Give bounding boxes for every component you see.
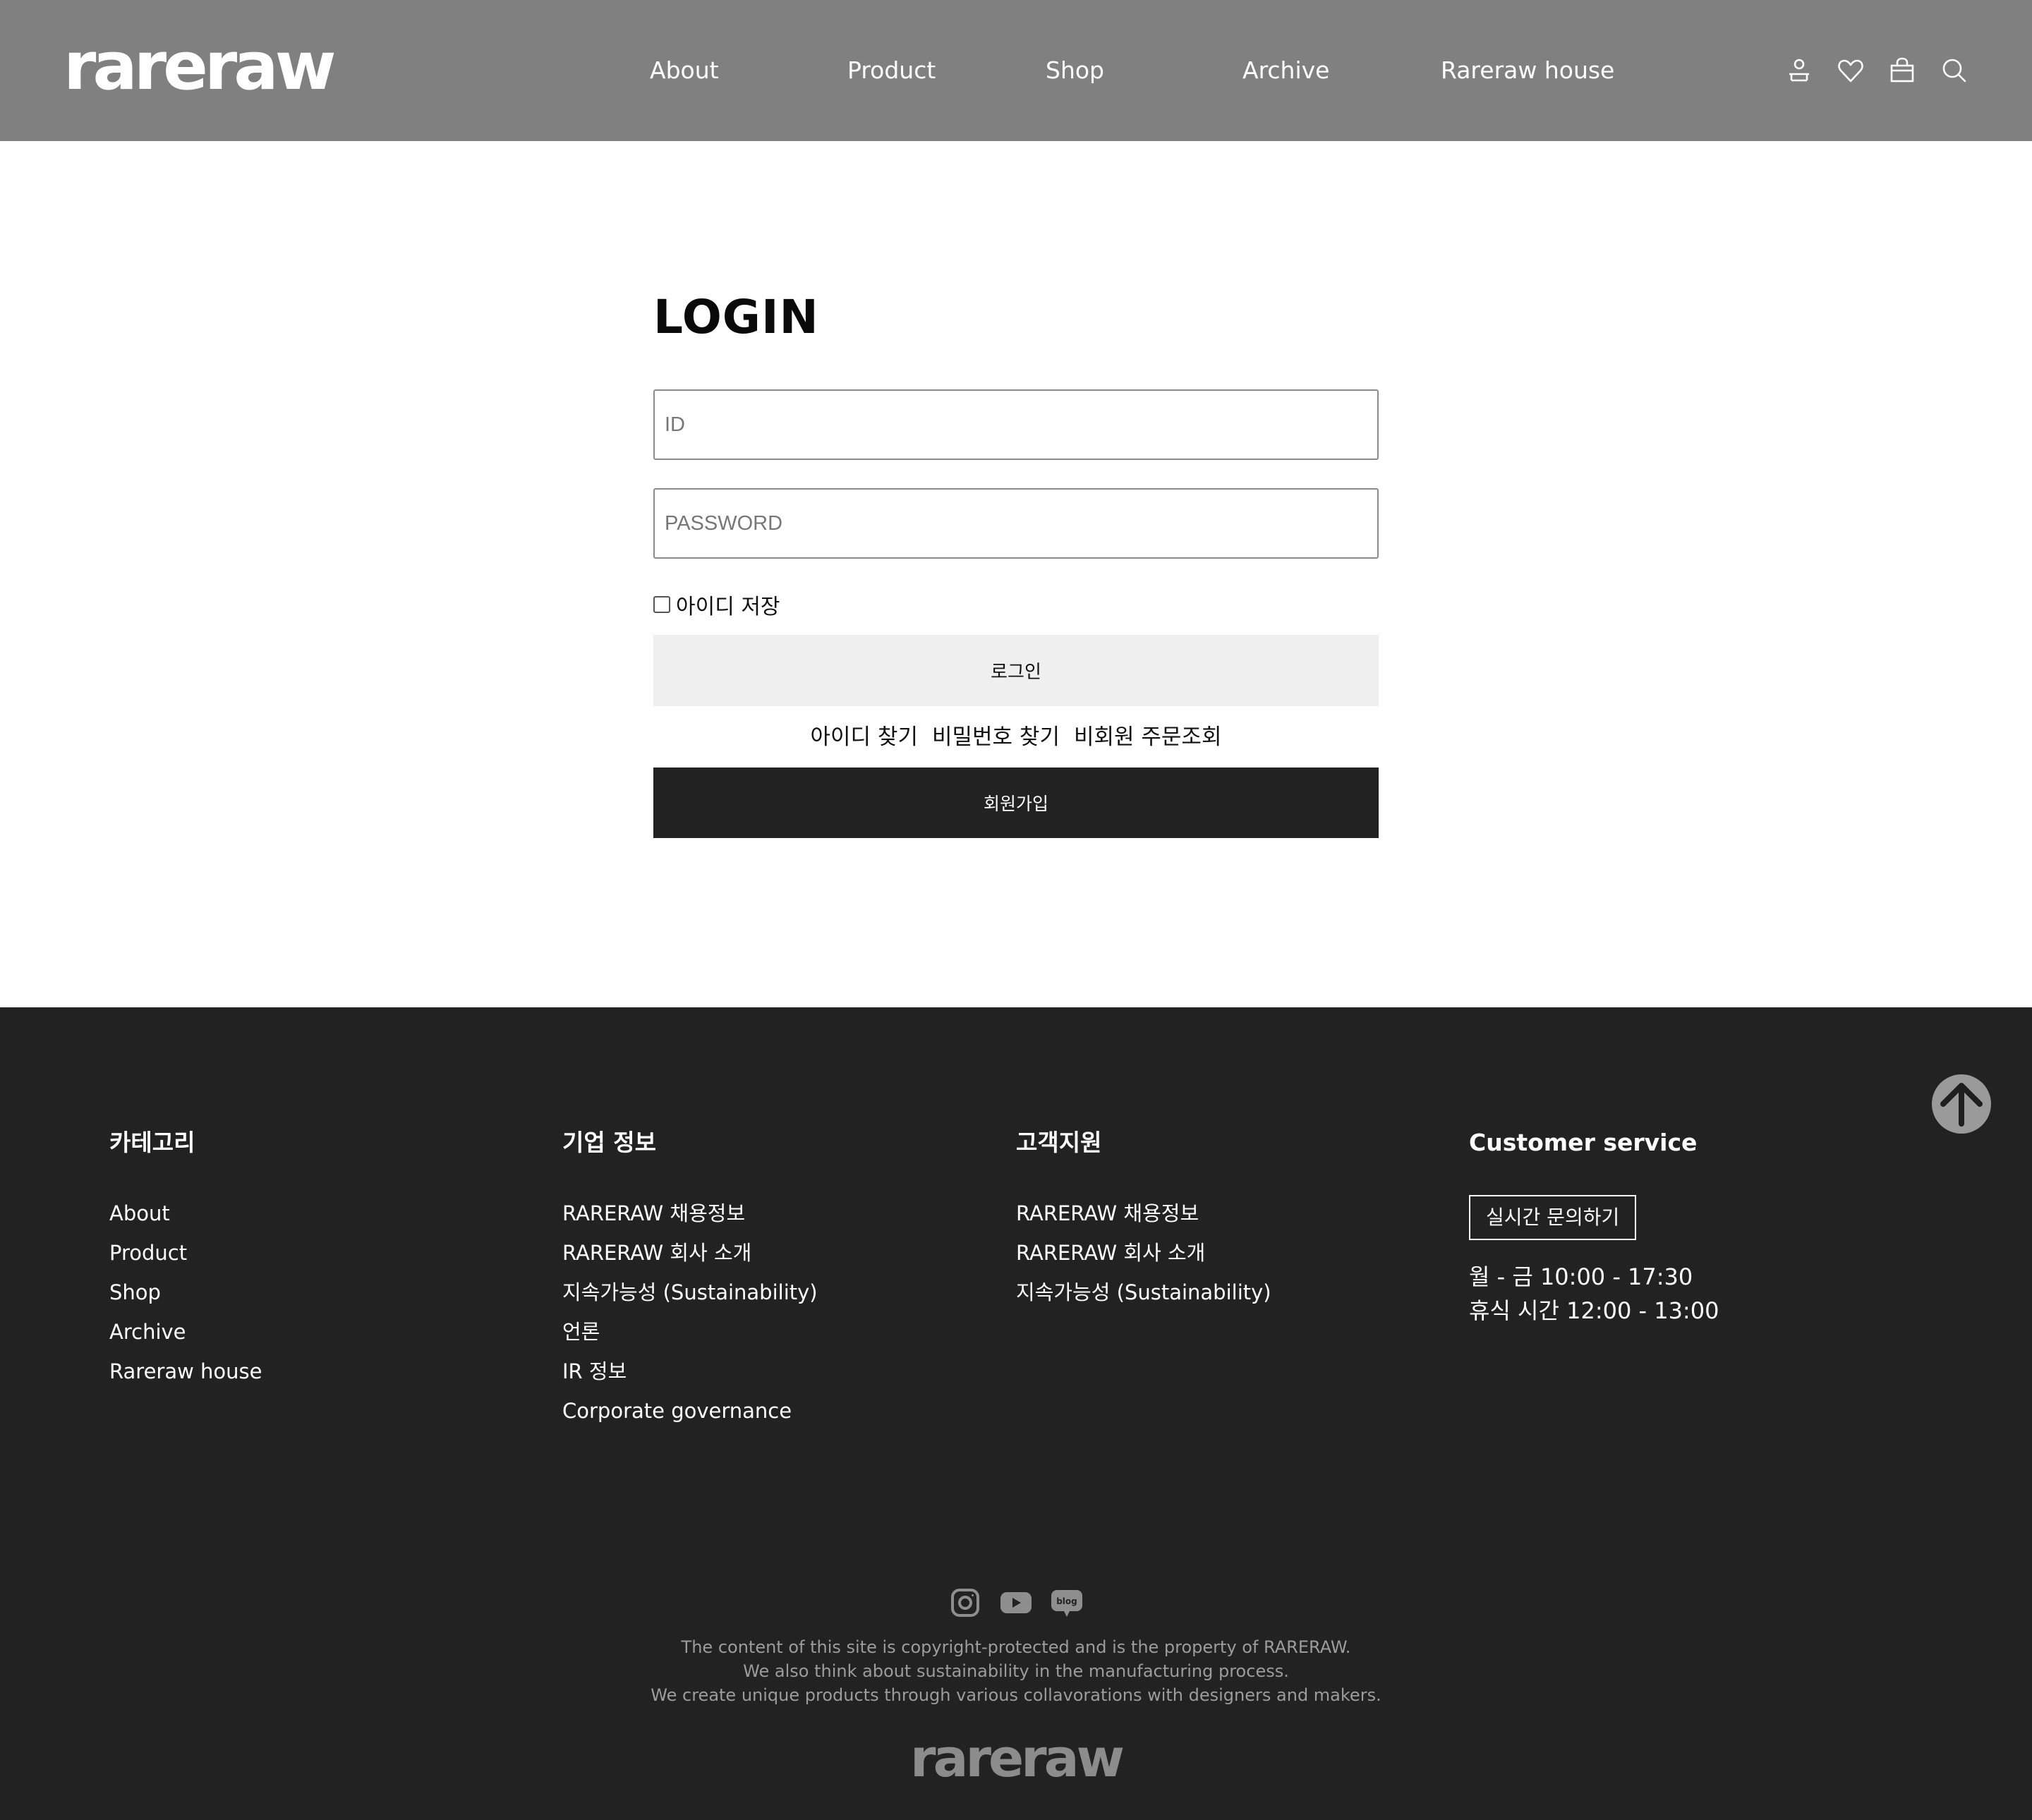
footer-link-careers[interactable]: RARERAW 채용정보 xyxy=(1016,1194,1271,1233)
blog-icon-text: blog xyxy=(1056,1596,1077,1606)
find-id-link[interactable]: 아이디 찾기 xyxy=(811,721,918,753)
arrow-up-icon xyxy=(1940,1083,1983,1127)
footer-link-archive[interactable]: Archive xyxy=(109,1312,262,1352)
footer-column-title: 고객지원 xyxy=(1016,1129,1102,1156)
footer-column-company: 기업 정보 RARERAW 채용정보 RARERAW 회사 소개 지속가능성 (… xyxy=(562,1127,818,1431)
footer-link-press[interactable]: 언론 xyxy=(562,1312,818,1352)
footer-link-company-intro[interactable]: RARERAW 회사 소개 xyxy=(1016,1233,1271,1273)
page-title: LOGIN xyxy=(653,290,819,344)
find-password-link[interactable]: 비밀번호 찾기 xyxy=(932,721,1060,753)
footer-column-title: 카테고리 xyxy=(109,1129,195,1156)
remember-id-toggle[interactable]: 아이디 저장 xyxy=(653,589,780,620)
footer-column-title: Customer service xyxy=(1469,1129,1698,1156)
footer-link-about[interactable]: About xyxy=(109,1194,262,1233)
footer-link-rareraw-house[interactable]: Rareraw house xyxy=(109,1352,262,1391)
footer-link-sustainability[interactable]: 지속가능성 (Sustainability) xyxy=(562,1273,818,1312)
footer-link-product[interactable]: Product xyxy=(109,1233,262,1273)
copyright-line: The content of this site is copyright-pr… xyxy=(681,1637,1351,1657)
scroll-to-top-button[interactable] xyxy=(1932,1074,1991,1134)
footer-logo[interactable]: rareraw xyxy=(0,1727,2032,1790)
site-header: rareraw About Product Shop Archive Rarer… xyxy=(0,0,2032,141)
footer-column-title: 기업 정보 xyxy=(562,1129,656,1156)
footer-link-ir[interactable]: IR 정보 xyxy=(562,1352,818,1391)
password-input[interactable] xyxy=(653,488,1379,559)
youtube-icon[interactable] xyxy=(999,1586,1033,1620)
footer-link-shop[interactable]: Shop xyxy=(109,1273,262,1312)
account-links: 아이디 찾기 비밀번호 찾기 비회원 주문조회 xyxy=(653,721,1379,753)
footer-link-governance[interactable]: Corporate governance xyxy=(562,1391,818,1431)
guest-order-link[interactable]: 비회원 주문조회 xyxy=(1074,721,1222,753)
remember-id-checkbox[interactable] xyxy=(653,596,670,613)
footer-column-customer-service: Customer service 실시간 문의하기 월 - 금 10:00 - … xyxy=(1469,1127,1719,1328)
bag-icon[interactable] xyxy=(1887,55,1918,86)
nav-item-product[interactable]: Product xyxy=(847,55,936,86)
nav-item-shop[interactable]: Shop xyxy=(1046,55,1104,86)
join-button[interactable]: 회원가입 xyxy=(653,768,1379,838)
footer-link-list: About Product Shop Archive Rareraw house xyxy=(109,1194,262,1391)
nav-item-about[interactable]: About xyxy=(650,55,719,86)
login-button[interactable]: 로그인 xyxy=(653,635,1379,706)
heart-icon[interactable] xyxy=(1835,55,1866,86)
copyright-line: We also think about sustainability in th… xyxy=(743,1661,1289,1681)
copyright-text: The content of this site is copyright-pr… xyxy=(0,1635,2032,1707)
nav-item-rareraw-house[interactable]: Rareraw house xyxy=(1441,55,1614,86)
business-hours: 월 - 금 10:00 - 17:30 휴식 시간 12:00 - 13:00 xyxy=(1469,1260,1719,1328)
footer-link-list: RARERAW 채용정보 RARERAW 회사 소개 지속가능성 (Sustai… xyxy=(1016,1194,1271,1312)
footer-link-company-intro[interactable]: RARERAW 회사 소개 xyxy=(562,1233,818,1273)
business-hours-break: 휴식 시간 12:00 - 13:00 xyxy=(1469,1297,1719,1324)
main-nav: About Product Shop Archive Rareraw house xyxy=(0,0,2032,141)
footer-link-careers[interactable]: RARERAW 채용정보 xyxy=(562,1194,818,1233)
id-input[interactable] xyxy=(653,389,1379,460)
footer-column-support: 고객지원 RARERAW 채용정보 RARERAW 회사 소개 지속가능성 (S… xyxy=(1016,1127,1271,1312)
blog-icon[interactable]: blog xyxy=(1050,1586,1084,1620)
footer-link-sustainability[interactable]: 지속가능성 (Sustainability) xyxy=(1016,1273,1271,1312)
business-hours-weekdays: 월 - 금 10:00 - 17:30 xyxy=(1469,1263,1693,1290)
social-links: blog xyxy=(0,1586,2032,1620)
nav-item-archive[interactable]: Archive xyxy=(1242,55,1329,86)
copyright-line: We create unique products through variou… xyxy=(651,1685,1381,1705)
instagram-icon[interactable] xyxy=(948,1586,982,1620)
search-icon[interactable] xyxy=(1939,55,1970,86)
site-footer: 카테고리 About Product Shop Archive Rareraw … xyxy=(0,1007,2032,1820)
user-icon[interactable] xyxy=(1784,55,1815,86)
footer-column-category: 카테고리 About Product Shop Archive Rareraw … xyxy=(109,1127,262,1391)
footer-link-list: RARERAW 채용정보 RARERAW 회사 소개 지속가능성 (Sustai… xyxy=(562,1194,818,1431)
remember-id-label: 아이디 저장 xyxy=(676,595,780,619)
live-chat-button[interactable]: 실시간 문의하기 xyxy=(1469,1195,1637,1240)
